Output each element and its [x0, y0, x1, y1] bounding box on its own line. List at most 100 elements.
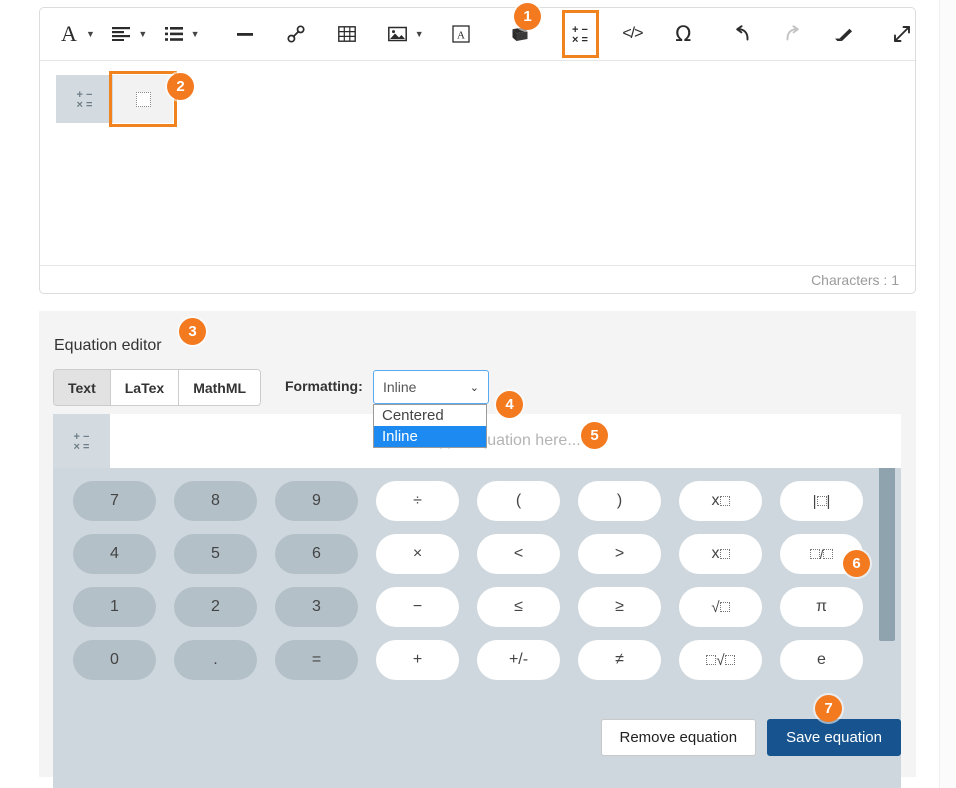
inserted-equation-widget[interactable]: + − × =: [56, 71, 177, 127]
equation-editor-panel: Equation editor Text LaTex MathML Format…: [39, 311, 916, 788]
annotation-badge-6: 6: [843, 550, 870, 577]
equation-placeholder-cell[interactable]: [109, 71, 177, 127]
annotation-badge-5: 5: [581, 422, 608, 449]
key-9[interactable]: 9: [275, 481, 358, 521]
key-not-equal[interactable]: ≠: [578, 640, 661, 680]
equation-keypad-grid: 7 8 9 ÷() x | | 4 5 6 × < > x/1 2 3− ≤ ≥ √ π 0. = + +/- ≠ √ e: [73, 481, 863, 680]
key-subscript[interactable]: x: [679, 534, 762, 574]
chevron-down-icon: ⌄: [469, 381, 479, 394]
font-color-icon: A: [61, 21, 77, 46]
toolbar-text-box-button[interactable]: A: [448, 17, 474, 51]
toolbar-fullscreen-button[interactable]: [889, 17, 915, 51]
align-left-icon: [108, 21, 134, 47]
horizontal-rule-icon: [232, 21, 258, 47]
annotation-badge-7: 7: [815, 695, 842, 722]
key-6[interactable]: 6: [275, 534, 358, 574]
annotation-badge-3: 3: [179, 318, 206, 345]
table-icon: [334, 21, 360, 47]
key-equals[interactable]: =: [275, 640, 358, 680]
key-greater-or-equal[interactable]: ≥: [578, 587, 661, 627]
key-multiply[interactable]: ×: [376, 534, 459, 574]
toolbar-redo-button[interactable]: [780, 17, 806, 51]
tab-latex[interactable]: LaTex: [110, 370, 180, 405]
equation-widget-icon-cell: + − × =: [56, 75, 113, 123]
key-less-than[interactable]: <: [477, 534, 560, 574]
equation-icon: + − × =: [572, 23, 588, 46]
equation-editor-title: Equation editor: [54, 337, 162, 354]
key-4[interactable]: 4: [73, 534, 156, 574]
omega-icon: Ω: [675, 21, 692, 46]
save-equation-button[interactable]: Save equation: [767, 719, 901, 756]
tab-mathml[interactable]: MathML: [179, 370, 261, 405]
redo-icon: [780, 21, 806, 47]
formatting-option-inline[interactable]: Inline: [374, 426, 486, 447]
tab-text[interactable]: Text: [54, 370, 111, 405]
expand-icon: [889, 21, 915, 47]
annotation-badge-1: 1: [514, 3, 541, 30]
undo-icon: [729, 21, 755, 47]
toolbar-table-button[interactable]: [334, 17, 360, 51]
chevron-down-icon: ▼: [86, 28, 95, 39]
key-plus[interactable]: +: [376, 640, 459, 680]
chevron-down-icon: ▼: [414, 28, 424, 39]
eraser-icon: [831, 21, 857, 47]
key-pi[interactable]: π: [780, 587, 863, 627]
toolbar-text-style-button[interactable]: A ▼: [56, 17, 95, 51]
equation-icon: + − × =: [73, 430, 90, 453]
equation-input-icon-cell: + − × =: [53, 414, 110, 468]
placeholder-box-icon: [816, 496, 827, 506]
equation-input-placeholder[interactable]: Type equation here...: [110, 432, 901, 450]
key-minus[interactable]: −: [376, 587, 459, 627]
key-5[interactable]: 5: [174, 534, 257, 574]
key-less-or-equal[interactable]: ≤: [477, 587, 560, 627]
formatting-select[interactable]: Inline ⌄: [373, 370, 489, 404]
placeholder-box-icon: [719, 495, 730, 506]
toolbar-special-character-button[interactable]: Ω: [670, 17, 696, 51]
annotation-badge-2: 2: [167, 73, 194, 100]
key-left-paren[interactable]: (: [477, 481, 560, 521]
key-greater-than[interactable]: >: [578, 534, 661, 574]
toolbar-undo-button[interactable]: [729, 17, 755, 51]
key-7[interactable]: 7: [73, 481, 156, 521]
formatting-option-centered[interactable]: Centered: [374, 405, 486, 426]
key-decimal-point[interactable]: .: [174, 640, 257, 680]
equation-format-tabs: Text LaTex MathML: [53, 369, 262, 406]
editor-statusbar: Characters : 1: [40, 265, 915, 293]
rich-text-editor-card: A ▼ ▼ ▼ ▼ A + − × = </> Ω + − × = Charac…: [39, 7, 916, 294]
toolbar-link-button[interactable]: [283, 17, 309, 51]
toolbar-horizontal-rule-button[interactable]: [232, 17, 258, 51]
screen-root: A ▼ ▼ ▼ ▼ A + − × = </> Ω + − × = Charac…: [0, 0, 956, 788]
placeholder-box-icon: [809, 548, 820, 559]
key-2[interactable]: 2: [174, 587, 257, 627]
key-power[interactable]: x: [679, 481, 762, 521]
empty-equation-placeholder-icon: [135, 91, 151, 107]
svg-text:A: A: [458, 29, 466, 41]
list-icon: [161, 21, 187, 47]
key-absolute-value[interactable]: | |: [780, 481, 863, 521]
key-right-paren[interactable]: ): [578, 481, 661, 521]
toolbar-eraser-button[interactable]: [831, 17, 857, 51]
editor-toolbar: A ▼ ▼ ▼ ▼ A + − × = </> Ω: [40, 8, 915, 61]
toolbar-equation-button[interactable]: + − × =: [561, 10, 599, 58]
key-0[interactable]: 0: [73, 640, 156, 680]
formatting-label: Formatting:: [285, 378, 363, 394]
toolbar-image-button[interactable]: ▼: [385, 17, 424, 51]
character-count-label: Characters : 1: [811, 271, 899, 288]
formatting-select-options: Centered Inline: [373, 404, 487, 448]
equation-editor-actions: Remove equation Save equation: [600, 719, 901, 756]
toolbar-align-button[interactable]: ▼: [108, 17, 147, 51]
toolbar-list-button[interactable]: ▼: [161, 17, 200, 51]
key-euler[interactable]: e: [780, 640, 863, 680]
key-square-root[interactable]: √: [679, 587, 762, 627]
code-icon: </>: [622, 25, 643, 42]
key-plus-minus[interactable]: +/-: [477, 640, 560, 680]
key-8[interactable]: 8: [174, 481, 257, 521]
key-divide[interactable]: ÷: [376, 481, 459, 521]
key-1[interactable]: 1: [73, 587, 156, 627]
key-nth-root[interactable]: √: [679, 640, 762, 680]
text-box-icon: A: [448, 21, 474, 47]
toolbar-source-code-button[interactable]: </>: [619, 17, 645, 51]
remove-equation-button[interactable]: Remove equation: [600, 719, 757, 756]
key-3[interactable]: 3: [275, 587, 358, 627]
page-scrollbar[interactable]: [939, 0, 956, 788]
